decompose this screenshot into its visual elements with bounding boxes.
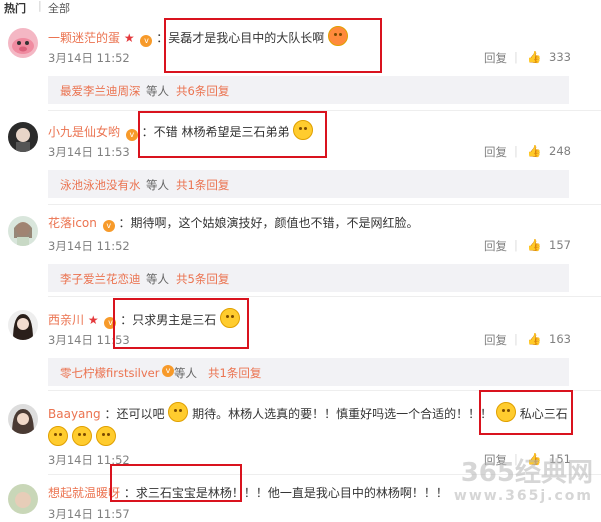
star-icon: ★ (87, 313, 99, 327)
like-count: 248 (549, 144, 571, 158)
sub-replies-bar[interactable]: 零七柠檬firstsilver v 等人 共1条回复 (48, 358, 569, 386)
username[interactable]: 花落icon (48, 216, 97, 230)
action-divider: | (514, 50, 518, 64)
highlight-box (138, 111, 327, 158)
vip-badge-icon: v (162, 365, 174, 377)
highlight-box (164, 18, 382, 73)
grimace-emoji-icon (168, 402, 189, 422)
sub-reply-count[interactable]: 共6条回复 (176, 83, 229, 99)
comment-tabs: 热门 | 全部 (0, 0, 601, 16)
tab-divider: | (38, 0, 42, 12)
highlight-box (479, 390, 573, 435)
username[interactable]: Baayang (48, 407, 101, 421)
highlight-box (110, 464, 242, 502)
sub-replies-bar[interactable]: 李子爱兰花恋迪 等人 共5条回复 (48, 264, 569, 292)
watermark-logo: 365经典网 (460, 458, 593, 488)
highlight-box (113, 298, 249, 349)
sub-replies-bar[interactable]: 最爱李兰迪周深 等人 共6条回复 (48, 76, 569, 104)
thumbs-up-icon[interactable]: 👍 (527, 332, 541, 346)
divider (48, 296, 601, 297)
avatar[interactable] (8, 122, 38, 152)
avatar[interactable] (8, 404, 38, 434)
reply-button[interactable]: 回复 (484, 144, 507, 160)
sub-reply-count[interactable]: 共5条回复 (176, 271, 229, 287)
comment-time: 3月14日 11:57 (48, 507, 130, 521)
sub-reply-others: 等人 (174, 366, 197, 380)
like-count: 157 (549, 238, 571, 252)
avatar[interactable] (8, 28, 38, 58)
reply-button[interactable]: 回复 (484, 238, 507, 254)
divider (48, 204, 601, 205)
emoji-row (48, 426, 116, 446)
sub-reply-user[interactable]: 李子爱兰花恋迪 (60, 271, 141, 287)
username[interactable]: 一颗迷茫的蛋 (48, 31, 120, 45)
star-icon: ★ (123, 31, 135, 45)
sub-reply-others: 等人 (146, 272, 169, 286)
sad-emoji-icon (71, 426, 92, 446)
thumbs-up-icon[interactable]: 👍 (527, 238, 541, 252)
comment-time: 3月14日 11:52 (48, 239, 130, 253)
tab-hot[interactable]: 热门 (4, 0, 26, 16)
sub-replies-bar[interactable]: 泳池泳池没有水 等人 共1条回复 (48, 170, 569, 198)
avatar[interactable] (8, 216, 38, 246)
action-divider: | (514, 144, 518, 158)
sub-reply-count[interactable]: 共1条回复 (208, 365, 261, 381)
comment-time: 3月14日 11:53 (48, 145, 130, 159)
thumbs-up-icon[interactable]: 👍 (527, 50, 541, 64)
like-count: 333 (549, 50, 571, 64)
sub-reply-others: 等人 (146, 84, 169, 98)
avatar[interactable] (8, 484, 38, 514)
sub-reply-user[interactable]: 泳池泳池没有水 (60, 177, 141, 193)
username[interactable]: 西亲川 (48, 313, 84, 327)
vip-badge-icon: v (140, 35, 153, 47)
username[interactable]: 小九是仙女哟 (48, 125, 120, 139)
tab-all[interactable]: 全部 (48, 0, 70, 16)
comment-text: ：还可以吧 (104, 407, 165, 421)
comment-text-continued: 期待。林杨人选真的要！！慎重好吗选一个合适的！！！ (192, 407, 493, 421)
reply-button[interactable]: 回复 (484, 50, 507, 66)
action-divider: | (514, 332, 518, 346)
action-divider: | (514, 238, 518, 252)
sad-emoji-icon (95, 426, 116, 446)
sad-emoji-icon (48, 426, 68, 446)
sub-reply-count[interactable]: 共1条回复 (176, 177, 229, 193)
sub-reply-others: 等人 (146, 178, 169, 192)
comment-time: 3月14日 11:52 (48, 51, 130, 65)
like-count: 163 (549, 332, 571, 346)
avatar[interactable] (8, 310, 38, 340)
thumbs-up-icon[interactable]: 👍 (527, 144, 541, 158)
vip-badge-icon: v (125, 129, 138, 141)
sub-reply-user[interactable]: 最爱李兰迪周深 (60, 83, 141, 99)
watermark-url: www.365j.com (453, 488, 593, 504)
reply-button[interactable]: 回复 (484, 332, 507, 348)
sub-reply-user[interactable]: 零七柠檬firstsilver (60, 365, 159, 381)
comment-text: ：期待啊，这个姑娘演技好，颜值也不错，不是网红脸。 (118, 216, 419, 230)
vip-badge-icon: v (102, 220, 115, 232)
